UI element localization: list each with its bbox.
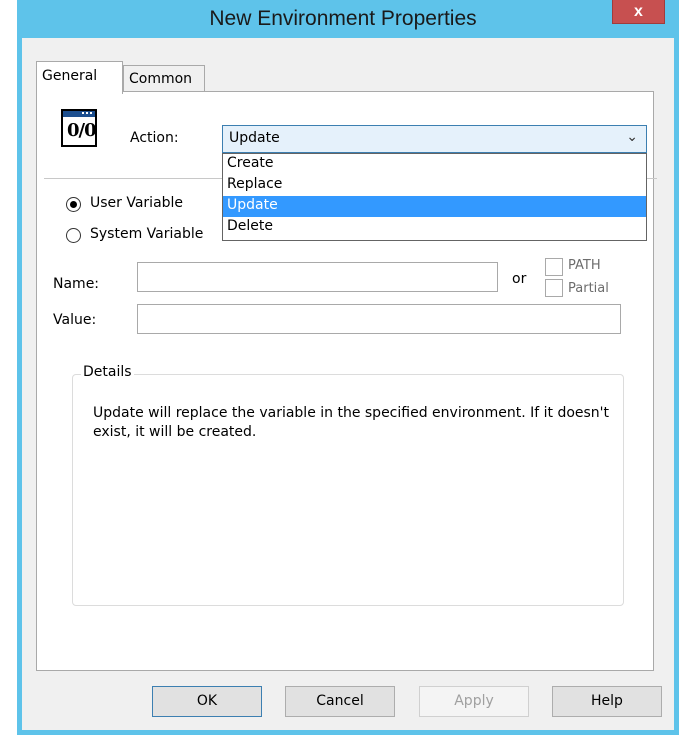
value-input[interactable]: [137, 304, 621, 334]
name-label: Name:: [53, 276, 100, 292]
name-input[interactable]: [137, 262, 498, 292]
details-title: Details: [81, 364, 134, 380]
ok-button[interactable]: OK: [152, 686, 262, 717]
system-variable-label[interactable]: System Variable: [90, 226, 203, 242]
action-option-replace[interactable]: Replace: [223, 175, 646, 196]
system-variable-radio[interactable]: [66, 228, 81, 243]
tab-common[interactable]: Common: [123, 65, 205, 91]
action-selected-value: Update: [229, 130, 280, 146]
dialog-window: New Environment Properties x Common Gene…: [17, 0, 679, 735]
user-variable-radio[interactable]: [66, 197, 81, 212]
help-button[interactable]: Help: [552, 686, 662, 717]
cancel-button[interactable]: Cancel: [285, 686, 395, 717]
chevron-down-icon[interactable]: ⌄: [626, 129, 638, 145]
value-label: Value:: [53, 312, 97, 328]
action-option-delete[interactable]: Delete: [223, 217, 646, 238]
user-variable-label[interactable]: User Variable: [90, 195, 183, 211]
path-label: PATH: [568, 258, 601, 273]
title-bar[interactable]: New Environment Properties x: [17, 0, 679, 38]
action-option-create[interactable]: Create: [223, 154, 646, 175]
action-label: Action:: [130, 130, 179, 146]
tab-common-label: Common: [129, 71, 193, 87]
action-select[interactable]: Update ⌄: [222, 125, 647, 153]
close-icon: x: [634, 2, 643, 20]
action-dropdown-list: Create Replace Update Delete: [222, 153, 647, 241]
apply-button[interactable]: Apply: [419, 686, 529, 717]
action-option-update[interactable]: Update: [223, 196, 646, 217]
dialog-client-area: Common General 0/0 Action: Update ⌄ Crea…: [22, 38, 674, 730]
or-label: or: [512, 271, 527, 287]
path-checkbox[interactable]: [545, 258, 563, 276]
tab-general-label: General: [42, 68, 98, 84]
tab-general[interactable]: General: [36, 61, 123, 94]
window-title: New Environment Properties: [209, 7, 477, 30]
partial-checkbox[interactable]: [545, 279, 563, 297]
partial-label: Partial: [568, 281, 609, 296]
environment-icon: 0/0: [61, 109, 97, 147]
close-button[interactable]: x: [612, 0, 665, 24]
details-text: Update will replace the variable in the …: [93, 405, 610, 440]
